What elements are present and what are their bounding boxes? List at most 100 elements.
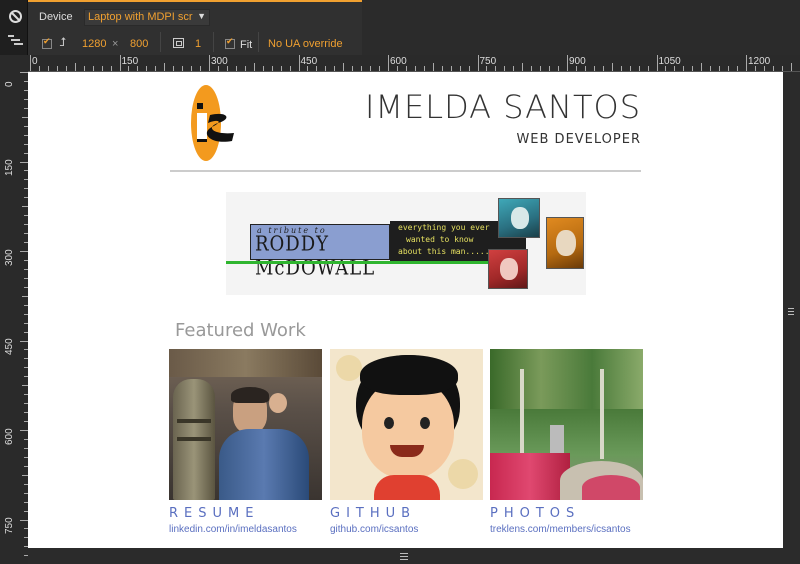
ruler-tick xyxy=(611,63,613,71)
banner-line3: about this man..... xyxy=(398,247,490,256)
ruler-tick xyxy=(164,63,166,71)
featured-work-heading: Featured Work xyxy=(175,320,306,341)
ruler-tick xyxy=(244,66,246,71)
banner-line1: everything you ever xyxy=(398,223,490,232)
ruler-label: 0 xyxy=(4,81,15,87)
ruler-tick xyxy=(683,66,685,71)
ruler-tick xyxy=(531,66,533,71)
ruler-label: 450 xyxy=(300,56,318,67)
banner-photo-orange xyxy=(546,217,584,269)
scale-input[interactable]: 1 xyxy=(195,38,201,50)
device-toolbar: Device Laptop with MDPI scr ▼ ⮥ 1280 × 8… xyxy=(28,0,362,55)
dropdown-arrow-icon: ▼ xyxy=(197,11,206,21)
photos-photo[interactable] xyxy=(490,349,643,500)
card-photos[interactable]: PHOTOS treklens.com/members/icsantos xyxy=(490,349,643,535)
ruler-tick xyxy=(280,66,282,71)
ruler-tick xyxy=(352,66,354,71)
ua-override-input[interactable]: No UA override xyxy=(268,38,343,50)
banner-green-line xyxy=(226,261,526,264)
ruler-tick xyxy=(388,55,389,71)
ruler-tick xyxy=(200,66,202,71)
vertical-ruler: 0 150 300 450 600 750 xyxy=(0,72,28,564)
ruler-tick xyxy=(414,66,416,71)
resume-title[interactable]: RESUME xyxy=(169,506,322,521)
ruler-tick xyxy=(602,66,604,71)
toolbar-divider xyxy=(213,32,214,52)
github-title[interactable]: GITHUB xyxy=(330,506,483,521)
ruler-tick xyxy=(781,66,783,71)
ruler-tick xyxy=(379,66,381,71)
ruler-tick xyxy=(20,340,28,342)
ruler-tick xyxy=(549,66,551,71)
tribute-line2: RODDY McDOWALL xyxy=(255,231,376,281)
device-label: Device xyxy=(39,11,73,23)
ruler-tick xyxy=(298,55,300,71)
resolution-checkbox[interactable] xyxy=(42,37,52,49)
media-queries-icon[interactable] xyxy=(8,35,24,47)
ruler-tick xyxy=(459,66,461,71)
ruler-tick xyxy=(343,63,345,71)
ruler-tick xyxy=(271,66,273,71)
ruler-tick xyxy=(790,63,792,71)
ruler-tick xyxy=(74,63,76,71)
photos-link[interactable]: treklens.com/members/icsantos xyxy=(490,524,643,535)
ruler-tick xyxy=(540,66,542,71)
ruler-tick xyxy=(101,66,103,71)
ruler-tick xyxy=(173,66,175,71)
page-title: IMELDA SANTOS xyxy=(364,88,641,126)
ruler-tick xyxy=(20,430,28,431)
ruler-tick xyxy=(20,72,28,73)
ruler-tick xyxy=(620,66,622,71)
ruler-tick xyxy=(701,63,703,71)
times-sign: × xyxy=(112,38,119,50)
card-resume[interactable]: RESUME linkedin.com/in/imeldasantos xyxy=(169,349,322,535)
ruler-tick xyxy=(20,161,28,163)
resume-link[interactable]: linkedin.com/in/imeldasantos xyxy=(169,524,322,535)
fit-checkbox[interactable] xyxy=(225,37,235,49)
ruler-tick xyxy=(325,66,327,71)
ruler-tick xyxy=(38,66,40,71)
toolbar-divider xyxy=(258,32,259,52)
ruler-tick xyxy=(146,66,148,71)
photos-title[interactable]: PHOTOS xyxy=(490,506,643,521)
device-scale-icon xyxy=(173,38,184,48)
card-github[interactable]: GITHUB github.com/icsantos xyxy=(330,349,483,535)
ruler-label: 750 xyxy=(479,56,497,67)
bottom-resize-handle[interactable] xyxy=(28,548,800,564)
github-photo[interactable] xyxy=(330,349,483,500)
github-link[interactable]: github.com/icsantos xyxy=(330,524,483,535)
ruler-tick xyxy=(47,66,49,71)
ruler-label: 750 xyxy=(4,517,15,534)
height-input[interactable]: 800 xyxy=(130,38,148,50)
ruler-tick xyxy=(56,66,58,71)
device-select[interactable]: Laptop with MDPI scr ▼ xyxy=(84,9,210,26)
right-resize-handle[interactable] xyxy=(783,72,800,548)
ruler-tick xyxy=(522,63,524,71)
ruler-tick xyxy=(468,66,470,71)
ruler-tick xyxy=(119,55,121,71)
swap-dimensions-icon[interactable]: ⮥ xyxy=(59,35,66,50)
ruler-tick xyxy=(504,66,506,71)
width-input[interactable]: 1280 xyxy=(82,38,106,50)
ruler-tick xyxy=(155,66,157,71)
ruler-tick xyxy=(209,55,210,71)
ruler-tick xyxy=(191,66,193,71)
ruler-tick xyxy=(719,66,721,71)
ruler-tick xyxy=(513,66,515,71)
resume-photo[interactable] xyxy=(169,349,322,500)
ruler-tick xyxy=(477,55,479,71)
ruler-label: 450 xyxy=(4,338,15,355)
no-entry-icon[interactable] xyxy=(9,10,22,23)
banner-image[interactable]: a tribute to RODDY McDOWALL everything y… xyxy=(226,192,586,295)
emulated-viewport: IMELDA SANTOS WEB DEVELOPER a tribute to… xyxy=(28,72,783,548)
toolbar-divider xyxy=(160,32,161,52)
fit-label: Fit xyxy=(240,39,253,51)
ruler-tick xyxy=(450,66,452,71)
toolbar-empty-area xyxy=(362,0,800,55)
banner-photo-teal xyxy=(498,198,540,238)
horizontal-ruler: 0 150 300 450 600 750 900 1050 1200 xyxy=(28,55,800,72)
ruler-tick xyxy=(629,66,631,71)
banner-line2: wanted to know xyxy=(406,235,474,244)
ruler-tick xyxy=(92,66,94,71)
ruler-tick xyxy=(593,66,595,71)
